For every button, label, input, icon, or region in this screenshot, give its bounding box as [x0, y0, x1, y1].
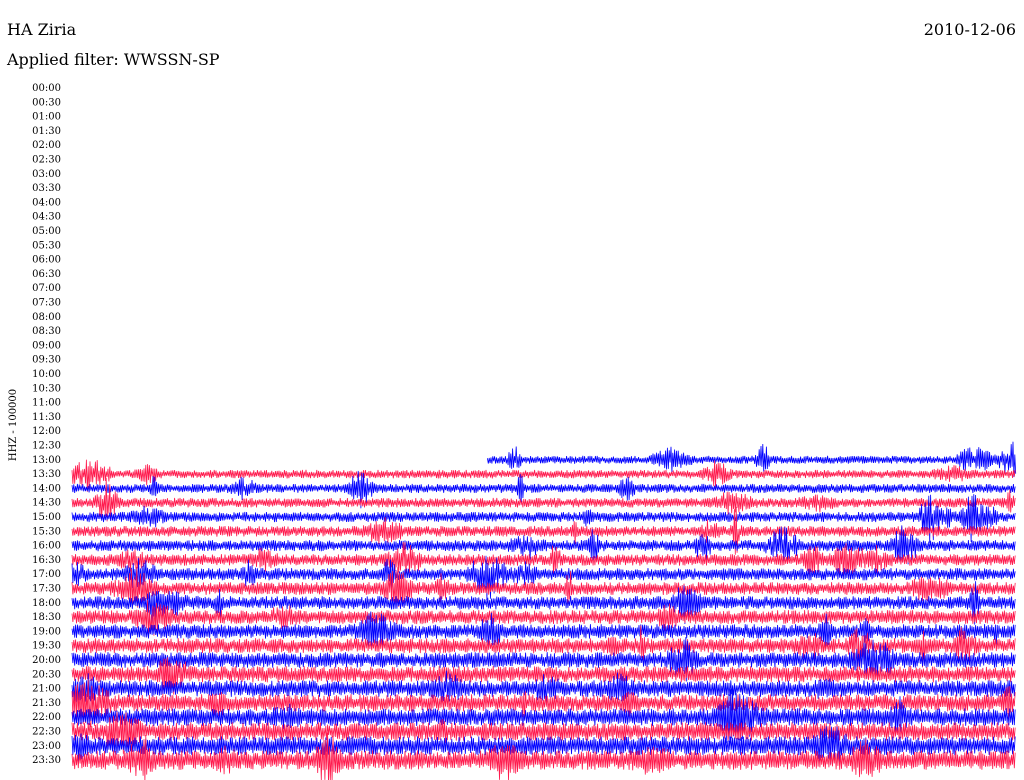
y-tick-label: 14:30	[32, 498, 61, 509]
helicorder-plot: 00:00 00:30 01:00 01:30 02:00 02:30 03:00 03:30…	[8, 83, 1017, 780]
y-tick-label: 11:00	[32, 398, 61, 409]
y-tick-label: 09:30	[32, 355, 61, 366]
y-tick-label: 05:00	[32, 226, 61, 237]
y-tick-label: 12:30	[32, 441, 61, 452]
y-tick-label: 10:30	[32, 383, 61, 394]
trace-row-2200	[71, 687, 1016, 748]
y-tick-label: 18:00	[32, 598, 61, 609]
y-tick-label: 14:00	[32, 483, 61, 494]
seismic-traces	[71, 441, 1017, 780]
y-tick-label: 02:00	[32, 140, 61, 151]
y-tick-label: 00:30	[32, 97, 61, 108]
y-tick-label: 11:30	[32, 412, 61, 423]
y-tick-label: 10:00	[32, 369, 61, 380]
y-tick-label: 08:00	[32, 312, 61, 323]
y-tick-label: 18:30	[32, 612, 61, 623]
y-tick-label: 22:30	[32, 727, 61, 738]
y-tick-label: 02:30	[32, 155, 61, 166]
y-tick-label: 06:30	[32, 269, 61, 280]
y-tick-label: 16:00	[32, 541, 61, 552]
y-tick-label: 15:30	[32, 526, 61, 537]
y-tick-label: 21:30	[32, 698, 61, 709]
y-tick-label: 13:00	[32, 455, 61, 466]
y-tick-label: 15:00	[32, 512, 61, 523]
y-tick-label: 01:30	[32, 126, 61, 137]
y-tick-label: 09:00	[32, 340, 61, 351]
y-tick-label: 21:00	[32, 684, 61, 695]
y-tick-label: 04:30	[32, 212, 61, 223]
y-tick-label: 12:00	[32, 426, 61, 437]
y-tick-label: 23:00	[32, 741, 61, 752]
y-tick-label: 07:00	[32, 283, 61, 294]
y-tick-label: 07:30	[32, 298, 61, 309]
y-tick-label: 08:30	[32, 326, 61, 337]
y-axis-title: HHZ - 100000	[8, 389, 19, 461]
y-tick-label: 17:30	[32, 584, 61, 595]
y-tick-label: 22:00	[32, 712, 61, 723]
y-tick-label: 17:00	[32, 569, 61, 580]
y-tick-label: 16:30	[32, 555, 61, 566]
y-tick-label: 05:30	[32, 240, 61, 251]
y-tick-label: 19:00	[32, 626, 61, 637]
y-tick-label: 23:30	[32, 755, 61, 766]
y-tick-label: 20:30	[32, 669, 61, 680]
y-tick-label: 00:00	[32, 83, 61, 94]
y-tick-label: 19:30	[32, 641, 61, 652]
y-tick-label: 04:00	[32, 197, 61, 208]
y-tick-label: 13:30	[32, 469, 61, 480]
y-tick-label: 03:00	[32, 169, 61, 180]
y-tick-label: 20:00	[32, 655, 61, 666]
y-tick-labels: 00:00 00:30 01:00 01:30 02:00 02:30 03:00 03:30…	[32, 83, 61, 766]
y-tick-label: 03:30	[32, 183, 61, 194]
y-tick-label: 06:00	[32, 255, 61, 266]
y-tick-label: 01:00	[32, 112, 61, 123]
